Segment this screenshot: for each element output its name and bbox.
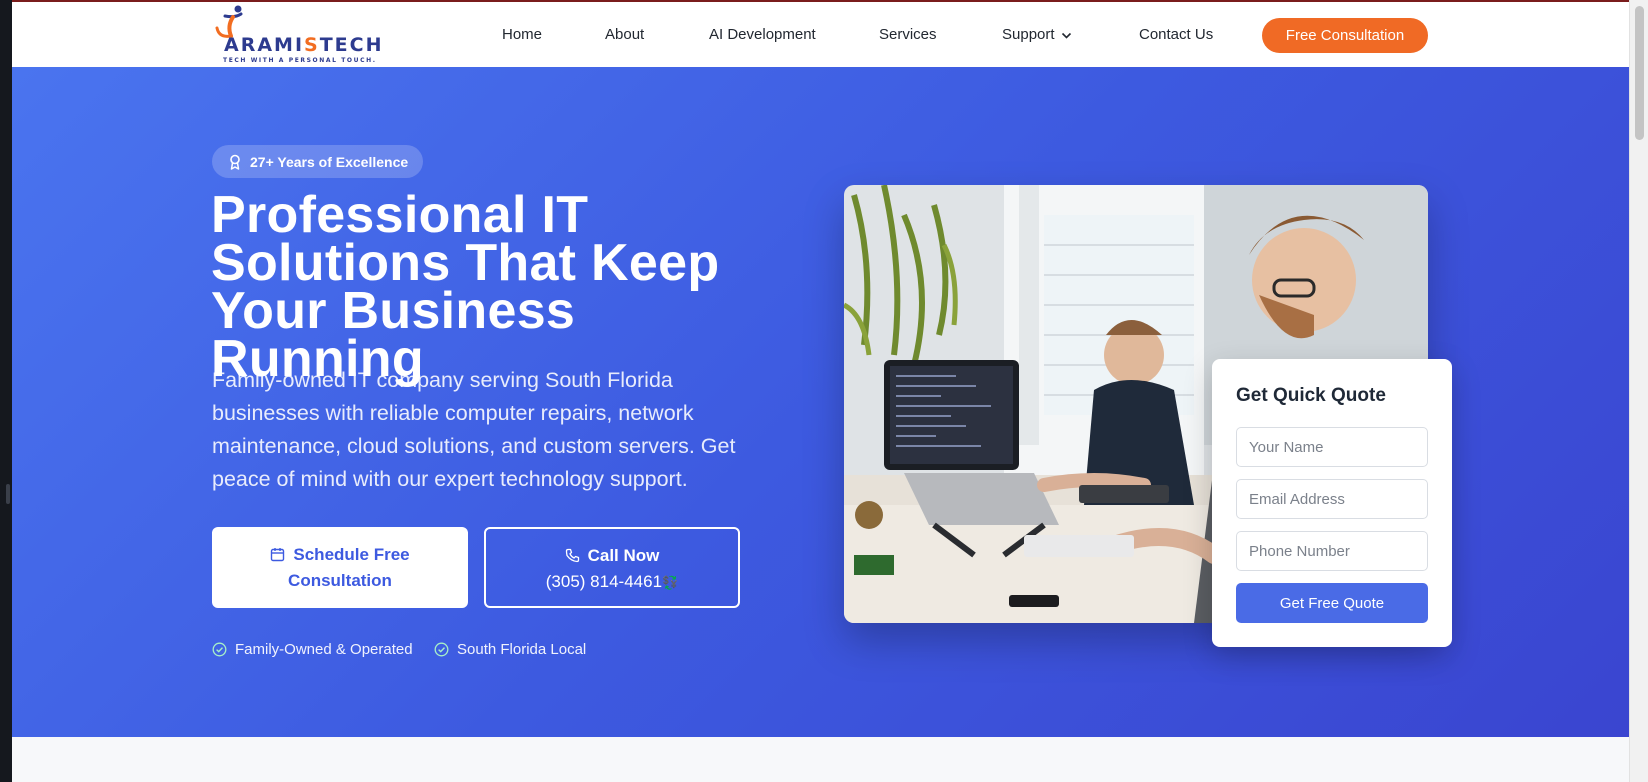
get-free-quote-button[interactable]: Get Free Quote xyxy=(1236,583,1428,623)
name-field[interactable] xyxy=(1236,427,1428,467)
phone-number: (305) 814-4461 xyxy=(545,572,663,591)
call-now-label: Call Now xyxy=(587,546,660,565)
site-header: ARAMISTECH TECH WITH A PERSONAL TOUCH. H… xyxy=(12,2,1629,67)
nav-ai-development[interactable]: AI Development xyxy=(709,26,816,43)
page: ARAMISTECH TECH WITH A PERSONAL TOUCH. H… xyxy=(12,0,1629,782)
schedule-consultation-button[interactable]: Schedule Free Consultation xyxy=(212,527,468,608)
phone-icon xyxy=(565,546,580,570)
logo-wordmark: ARAMISTECH xyxy=(224,34,384,56)
scrollbar-thumb[interactable] xyxy=(1635,6,1644,140)
quick-quote-card: Get Quick Quote Get Free Quote xyxy=(1212,359,1452,647)
quote-card-title: Get Quick Quote xyxy=(1236,385,1386,406)
nav-about[interactable]: About xyxy=(605,26,644,43)
trust-item-south-florida: South Florida Local xyxy=(434,641,586,661)
window-edge xyxy=(0,0,12,782)
trust-label: South Florida Local xyxy=(457,641,587,658)
nav-support-label: Support xyxy=(1002,26,1055,43)
hero-title: Professional IT Solutions That Keep Your… xyxy=(211,189,801,385)
check-circle-icon xyxy=(434,642,449,661)
free-consultation-button[interactable]: Free Consultation xyxy=(1262,18,1428,53)
nav-home[interactable]: Home xyxy=(502,26,542,43)
resize-handle[interactable] xyxy=(6,484,10,504)
hero-section: 27+ Years of Excellence Professional IT … xyxy=(12,67,1629,737)
trust-label: Family-Owned & Operated xyxy=(235,641,413,658)
nav-support[interactable]: Support xyxy=(1002,26,1072,44)
experience-badge: 27+ Years of Excellence xyxy=(212,145,424,178)
site-logo[interactable]: ARAMISTECH TECH WITH A PERSONAL TOUCH. xyxy=(211,4,384,66)
logo-tagline: TECH WITH A PERSONAL TOUCH. xyxy=(223,57,377,64)
hero-subtitle: Family-owned IT company serving South Fl… xyxy=(212,368,736,491)
nav-services[interactable]: Services xyxy=(879,26,937,43)
next-section xyxy=(12,737,1629,782)
call-now-button[interactable]: Call Now (305) 814-4461💱 xyxy=(484,527,740,608)
award-icon xyxy=(228,154,242,173)
schedule-label-line2: Consultation xyxy=(288,571,392,590)
chevron-down-icon xyxy=(1061,27,1072,44)
vertical-scrollbar[interactable] xyxy=(1629,0,1648,782)
email-field[interactable] xyxy=(1236,479,1428,519)
badge-text: 27+ Years of Excellence xyxy=(250,153,409,170)
trust-item-family-owned: Family-Owned & Operated xyxy=(212,641,413,661)
check-circle-icon xyxy=(212,642,227,661)
currency-exchange-emoji: 💱 xyxy=(662,575,679,590)
calendar-icon xyxy=(270,545,285,569)
phone-field[interactable] xyxy=(1236,531,1428,571)
nav-contact-us[interactable]: Contact Us xyxy=(1139,26,1213,43)
schedule-label-line1: Schedule Free xyxy=(293,545,410,564)
